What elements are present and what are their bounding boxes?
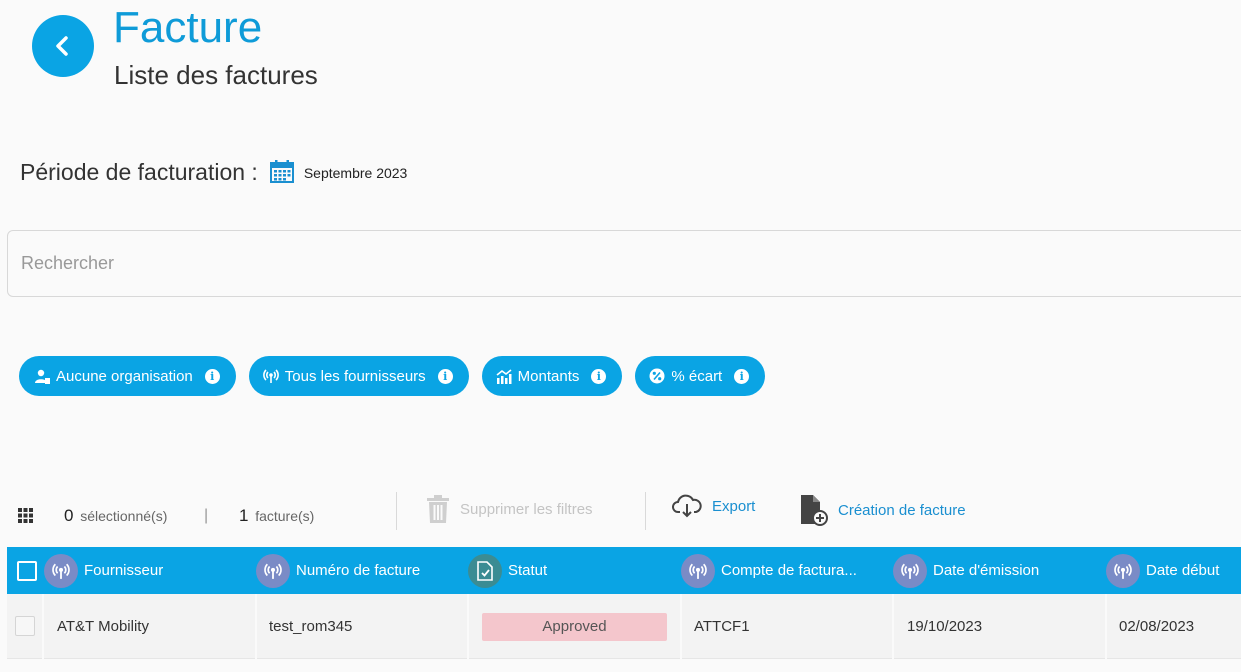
filter-montants-label: Montants	[517, 367, 580, 385]
selected-count-label: sélectionné(s)	[80, 508, 168, 524]
invoice-count-label: facture(s)	[255, 508, 315, 524]
billing-period: Période de facturation : Septembre 2023	[20, 157, 407, 188]
document-add-icon	[800, 494, 828, 526]
column-label: Fournisseur	[84, 562, 164, 579]
column-label: Date début	[1146, 562, 1220, 579]
cell-divider	[892, 594, 894, 659]
cell-divider	[680, 594, 682, 659]
antenna-icon	[44, 553, 78, 588]
antenna-icon	[256, 553, 290, 588]
filter-chips: Aucune organisation i Tous les fournisse…	[19, 356, 778, 396]
cell-numero-facture: test_rom345	[269, 618, 353, 635]
clear-filters-button[interactable]: Supprimer les filtres	[426, 494, 593, 524]
selected-count: 0 sélectionné(s)	[64, 506, 167, 526]
cell-fournisseur: AT&T Mobility	[57, 618, 149, 635]
column-statut[interactable]: Statut	[468, 547, 547, 594]
column-date-emission[interactable]: Date d'émission	[893, 547, 1039, 594]
cell-compte-facturation: ATTCF1	[694, 618, 750, 635]
percent-icon	[649, 368, 665, 384]
select-all-checkbox[interactable]	[17, 561, 37, 581]
column-label: Numéro de facture	[296, 562, 421, 579]
grid-icon[interactable]	[18, 508, 33, 528]
filter-ecart[interactable]: % écart i	[635, 356, 766, 396]
cell-divider	[42, 594, 44, 659]
filter-organisation-label: Aucune organisation	[56, 367, 193, 385]
info-icon[interactable]: i	[437, 368, 453, 384]
invoice-table: Fournisseur Numéro de facture Statut Com…	[7, 547, 1241, 659]
billing-period-label: Période de facturation :	[20, 159, 258, 185]
toolbar-divider	[396, 492, 397, 530]
search-input[interactable]	[8, 231, 1241, 296]
export-label: Export	[712, 497, 756, 515]
column-compte-facturation[interactable]: Compte de factura...	[681, 547, 857, 594]
invoice-count: 1 facture(s)	[239, 506, 314, 526]
create-invoice-label: Création de facture	[838, 501, 966, 519]
filter-fournisseurs[interactable]: Tous les fournisseurs i	[248, 356, 469, 396]
toolbar-divider	[645, 492, 646, 530]
antenna-icon	[1106, 553, 1140, 588]
calendar-icon[interactable]	[269, 159, 294, 188]
table-toolbar: 0 sélectionné(s) | 1 facture(s) Supprime…	[0, 490, 1241, 536]
organization-icon	[33, 369, 50, 384]
filter-fournisseurs-label: Tous les fournisseurs	[284, 367, 426, 385]
page-title: Facture	[113, 3, 263, 52]
filter-montants[interactable]: Montants i	[481, 356, 623, 396]
filter-organisation[interactable]: Aucune organisation i	[19, 356, 236, 396]
cell-date-emission: 19/10/2023	[907, 618, 983, 635]
row-checkbox[interactable]	[15, 616, 35, 636]
table-header: Fournisseur Numéro de facture Statut Com…	[7, 547, 1241, 594]
cloud-download-icon	[672, 494, 702, 518]
status-badge: Approved	[482, 612, 667, 641]
info-icon[interactable]: i	[204, 368, 220, 384]
column-label: Date d'émission	[933, 562, 1040, 579]
page-subtitle: Liste des factures	[114, 60, 318, 90]
cell-divider	[1105, 594, 1107, 659]
antenna-icon	[893, 553, 927, 588]
chart-icon	[496, 368, 512, 384]
column-fournisseur[interactable]: Fournisseur	[44, 547, 163, 594]
table-row[interactable]: AT&T Mobility test_rom345 Approved ATTCF…	[7, 594, 1241, 659]
selected-count-value: 0	[64, 506, 74, 525]
back-button[interactable]	[32, 15, 94, 77]
info-icon[interactable]: i	[734, 368, 750, 384]
export-button[interactable]: Export	[672, 494, 755, 518]
info-icon[interactable]: i	[591, 368, 607, 384]
cell-divider	[255, 594, 257, 659]
cell-statut: Approved	[482, 594, 667, 659]
column-label: Compte de factura...	[721, 562, 857, 579]
filter-ecart-label: % écart	[671, 367, 723, 385]
column-label: Statut	[508, 562, 548, 579]
column-numero-facture[interactable]: Numéro de facture	[256, 547, 420, 594]
document-check-icon	[468, 553, 502, 588]
chevron-left-icon	[56, 36, 68, 56]
count-separator: |	[204, 507, 209, 524]
invoice-count-value: 1	[239, 506, 249, 525]
create-invoice-button[interactable]: Création de facture	[800, 494, 966, 526]
column-date-debut[interactable]: Date début	[1106, 547, 1219, 594]
antenna-icon	[681, 553, 715, 588]
cell-divider	[467, 594, 469, 659]
cell-date-debut: 02/08/2023	[1119, 618, 1195, 635]
trash-icon	[426, 494, 450, 524]
search-box	[7, 230, 1241, 297]
clear-filters-label: Supprimer les filtres	[460, 500, 593, 518]
billing-period-value[interactable]: Septembre 2023	[304, 165, 408, 181]
antenna-icon	[262, 368, 279, 384]
